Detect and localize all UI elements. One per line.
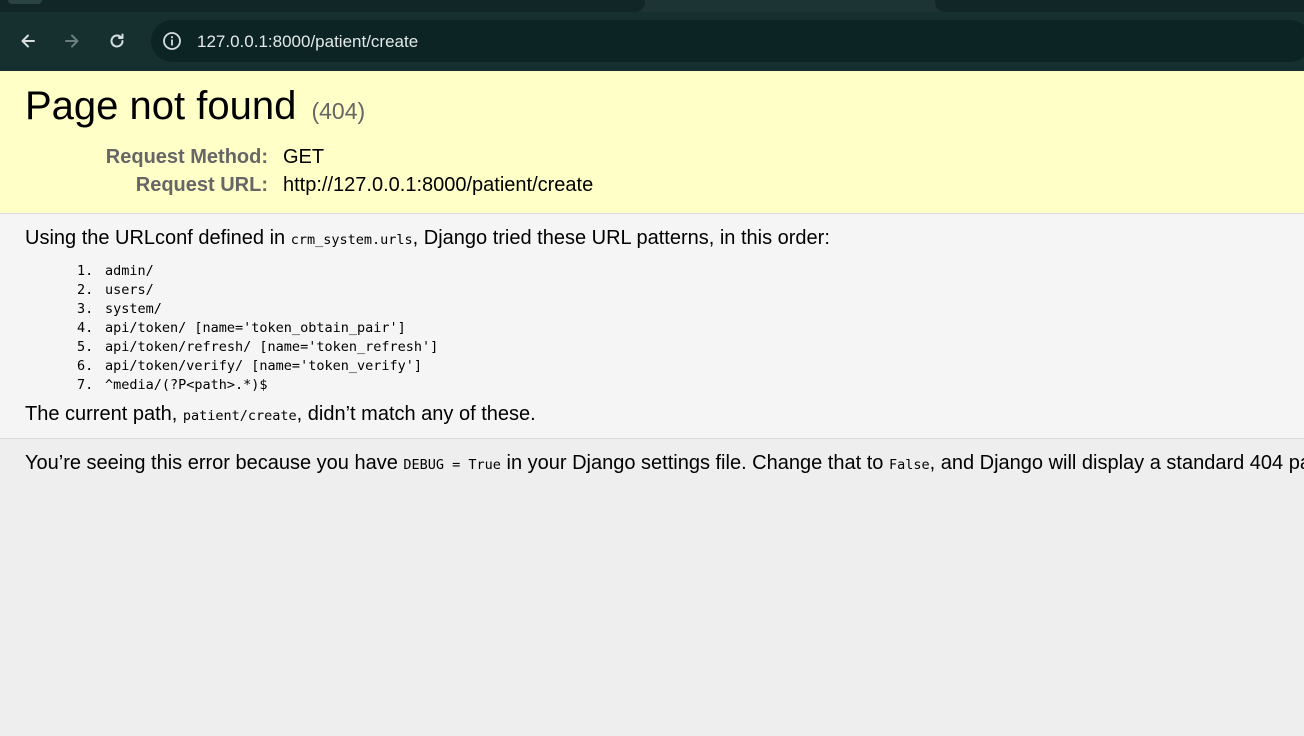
url-pattern-list: 1. admin/2. users/3. system/4. api/token/ [n… bbox=[77, 262, 438, 395]
address-bar[interactable]: 127.0.0.1:8000/patient/create bbox=[151, 20, 1304, 62]
false-code: False bbox=[888, 457, 930, 473]
reload-button[interactable] bbox=[102, 26, 132, 56]
url-pattern-number: 7. bbox=[77, 377, 94, 393]
explanation-part2: in your Django settings file. Change tha… bbox=[500, 452, 889, 474]
intro-text-after: , Django tried these URL patterns, in th… bbox=[412, 227, 830, 249]
url-pattern-item: 5. api/token/refresh/ [name='token_refres… bbox=[77, 338, 438, 357]
url-pattern-text: ^media/(?P<path>.*)$ bbox=[105, 377, 268, 393]
status-code: (404) bbox=[311, 98, 366, 124]
browser-chrome: 127.0.0.1:8000/patient/create bbox=[0, 0, 1304, 71]
url-pattern-text: api/token/refresh/ [name='token_refresh'… bbox=[105, 339, 439, 355]
url-pattern-item: 2. users/ bbox=[77, 281, 438, 300]
url-pattern-number: 1. bbox=[77, 263, 94, 279]
explanation-section: You’re seeing this error because you hav… bbox=[0, 439, 1304, 736]
tab-area-left bbox=[0, 0, 645, 12]
url-pattern-number: 4. bbox=[77, 320, 94, 336]
current-text-before: The current path, bbox=[25, 403, 183, 425]
info-icon bbox=[163, 32, 181, 50]
url-pattern-text: api/token/verify/ [name='token_verify'] bbox=[105, 358, 422, 374]
reload-icon bbox=[110, 33, 124, 48]
current-path-code: patient/create bbox=[182, 408, 297, 424]
request-method-value: GET bbox=[283, 146, 325, 168]
url-pattern-text: api/token/ [name='token_obtain_pair'] bbox=[105, 320, 406, 336]
url-text[interactable]: 127.0.0.1:8000/patient/create bbox=[197, 32, 418, 52]
debug-explanation: You’re seeing this error because you hav… bbox=[25, 452, 1304, 475]
url-pattern-number: 3. bbox=[77, 301, 94, 317]
tab-stub[interactable] bbox=[8, 0, 42, 4]
url-pattern-item: 7. ^media/(?P<path>.*)$ bbox=[77, 376, 438, 395]
url-pattern-item: 4. api/token/ [name='token_obtain_pair'] bbox=[77, 319, 438, 338]
forward-button[interactable] bbox=[57, 26, 87, 56]
urlconf-intro: Using the URLconf defined in crm_system.… bbox=[25, 227, 830, 250]
explanation-part3: , and Django will display a standard 404… bbox=[929, 452, 1304, 474]
url-pattern-text: system/ bbox=[105, 301, 162, 317]
url-pattern-item: 1. admin/ bbox=[77, 262, 438, 281]
url-pattern-number: 5. bbox=[77, 339, 94, 355]
urlconf-code: crm_system.urls bbox=[290, 232, 413, 248]
url-pattern-text: users/ bbox=[105, 282, 154, 298]
back-icon bbox=[21, 34, 35, 48]
request-url-label: Request URL: bbox=[135, 174, 268, 196]
browser-toolbar: 127.0.0.1:8000/patient/create bbox=[0, 12, 1304, 71]
error-summary: Page not found (404) Request Method: GET… bbox=[0, 71, 1304, 214]
page-title-text: Page not found bbox=[25, 84, 297, 128]
debug-code: DEBUG = True bbox=[403, 457, 501, 473]
page-title: Page not found (404) bbox=[25, 84, 365, 129]
current-text-after: , didn’t match any of these. bbox=[296, 403, 536, 425]
current-path-text: The current path, patient/create, didn’t… bbox=[25, 403, 536, 426]
tab-area-right bbox=[935, 0, 1304, 12]
explanation-part1: You’re seeing this error because you hav… bbox=[25, 452, 404, 474]
intro-text-before: Using the URLconf defined in bbox=[25, 227, 291, 249]
url-pattern-item: 3. system/ bbox=[77, 300, 438, 319]
site-info-button[interactable] bbox=[161, 30, 183, 52]
url-pattern-item: 6. api/token/verify/ [name='token_verify'… bbox=[77, 357, 438, 376]
forward-icon bbox=[65, 34, 79, 48]
url-pattern-number: 6. bbox=[77, 358, 94, 374]
url-pattern-number: 2. bbox=[77, 282, 94, 298]
info-section: Using the URLconf defined in crm_system.… bbox=[0, 214, 1304, 439]
request-method-label: Request Method: bbox=[105, 146, 268, 168]
request-url-value: http://127.0.0.1:8000/patient/create bbox=[283, 174, 594, 196]
tab-strip bbox=[0, 0, 1304, 12]
url-pattern-text: admin/ bbox=[105, 263, 154, 279]
back-button[interactable] bbox=[13, 26, 43, 56]
